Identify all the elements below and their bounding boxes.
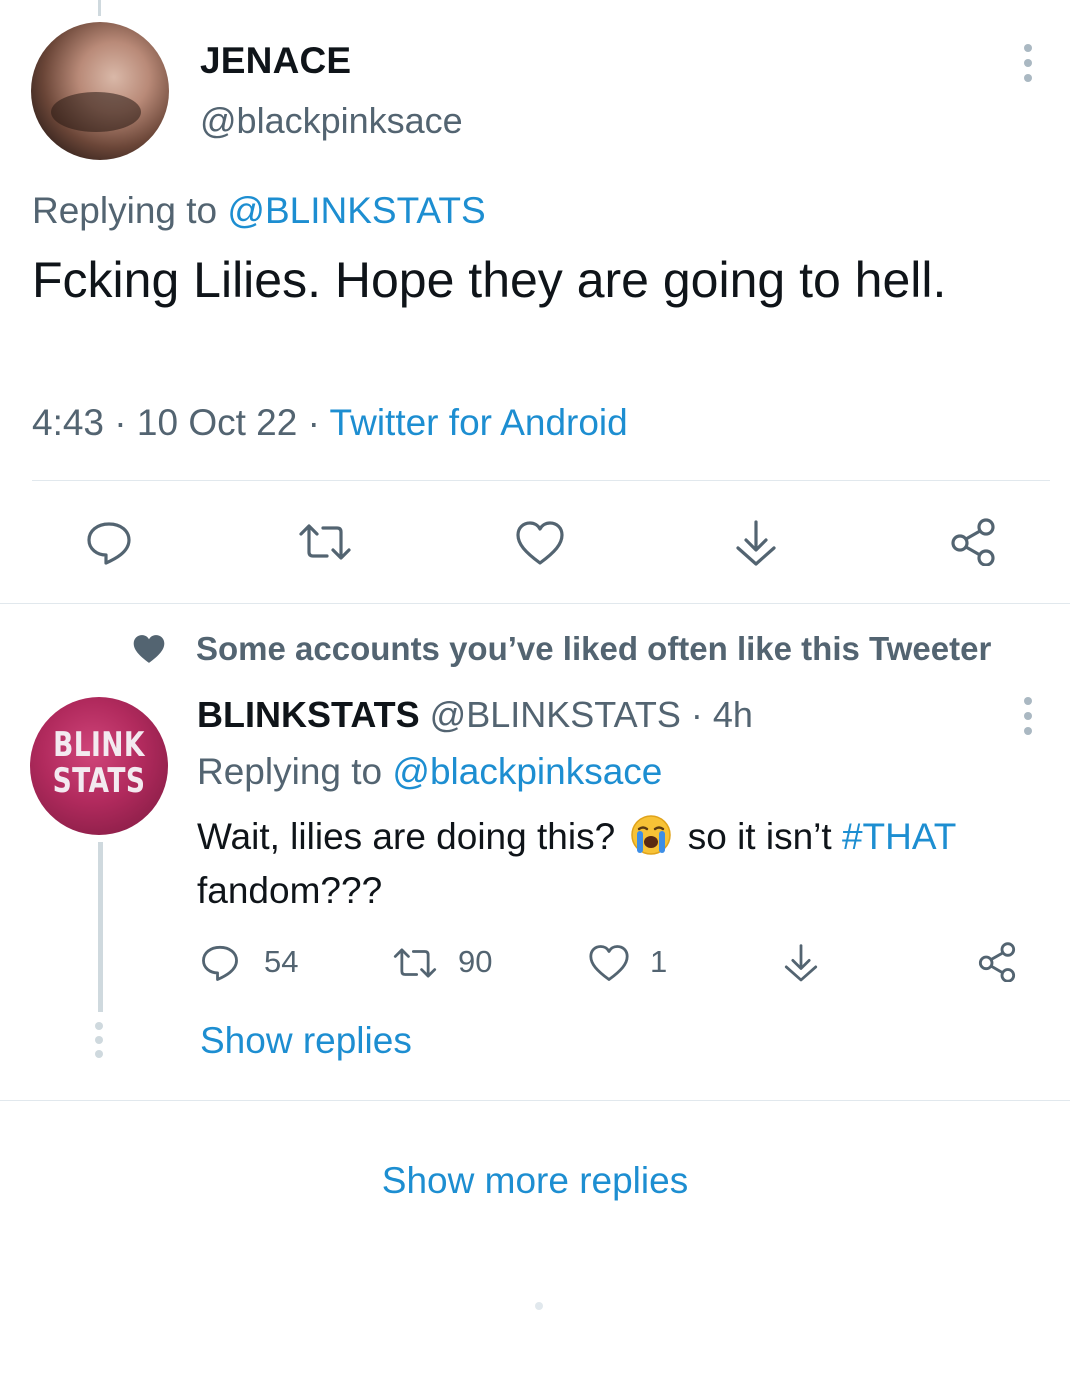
like-icon[interactable] — [588, 944, 630, 982]
replying-to: Replying to @blackpinksace — [197, 751, 662, 793]
reply-icon[interactable] — [200, 944, 240, 982]
display-name[interactable]: JENACE — [200, 40, 351, 82]
reply-header: BLINKSTATS @BLINKSTATS · 4h — [197, 694, 753, 736]
reply-text-part: Wait, lilies are doing this? — [197, 816, 616, 857]
avatar-logo-line: STATS — [52, 761, 146, 801]
share-icon[interactable] — [948, 518, 998, 566]
loading-indicator — [535, 1302, 543, 1310]
like-icon[interactable] — [515, 520, 565, 566]
divider — [0, 1100, 1070, 1101]
more-options-icon[interactable] — [1018, 42, 1038, 84]
reply-icon[interactable] — [85, 520, 133, 566]
display-name[interactable]: BLINKSTATS — [197, 694, 420, 735]
avatar-mustache-shape — [51, 92, 141, 132]
retweet-icon[interactable] — [297, 522, 353, 562]
retweet-count: 90 — [458, 944, 493, 979]
reply-text: Wait, lilies are doing this? so it isn’t… — [197, 810, 1057, 918]
show-replies-link[interactable]: Show replies — [200, 1020, 412, 1062]
replying-to: Replying to @BLINKSTATS — [32, 190, 486, 232]
reply-text-part: so it isn’t — [687, 816, 832, 857]
thread-ellipsis-icon[interactable] — [92, 1022, 106, 1062]
user-handle[interactable]: @blackpinksace — [200, 100, 463, 142]
tweet-source-link[interactable]: Twitter for Android — [330, 402, 628, 443]
avatar[interactable]: BLINK STATS — [30, 697, 168, 835]
reply-count: 54 — [264, 944, 299, 979]
hashtag-link[interactable]: #THAT — [842, 816, 956, 857]
tweet-text: Fcking Lilies. Hope they are going to he… — [32, 252, 947, 308]
avatar-logo-line: BLINK — [53, 725, 145, 765]
share-icon[interactable] — [976, 942, 1018, 982]
thread-line — [98, 842, 103, 1012]
loudly-crying-face-icon — [631, 815, 672, 855]
more-options-icon[interactable] — [1018, 695, 1038, 737]
download-icon[interactable] — [734, 518, 778, 566]
replying-to-link[interactable]: @blackpinksace — [392, 751, 662, 792]
replying-prefix: Replying to — [32, 190, 228, 231]
replying-to-link[interactable]: @BLINKSTATS — [227, 190, 485, 231]
tweet-metadata: 4:43 · 10 Oct 22 · Twitter for Android — [32, 402, 628, 444]
social-context: Some accounts you’ve liked often like th… — [196, 630, 992, 667]
like-count: 1 — [650, 944, 668, 979]
replying-prefix: Replying to — [197, 751, 393, 792]
handle-and-time[interactable]: @BLINKSTATS · 4h — [420, 694, 753, 735]
heart-icon — [131, 633, 167, 670]
divider — [32, 480, 1050, 481]
retweet-icon[interactable] — [392, 946, 438, 980]
reply-text-part: fandom??? — [197, 870, 383, 911]
show-more-replies-button[interactable]: Show more replies — [0, 1160, 1070, 1202]
avatar[interactable] — [31, 22, 169, 160]
tweet-timestamp[interactable]: 4:43 · 10 Oct 22 · — [32, 402, 330, 443]
divider — [0, 603, 1070, 604]
download-icon[interactable] — [783, 942, 819, 982]
avatar-logo: BLINK STATS — [45, 727, 153, 799]
thread-connector-top — [98, 0, 101, 16]
